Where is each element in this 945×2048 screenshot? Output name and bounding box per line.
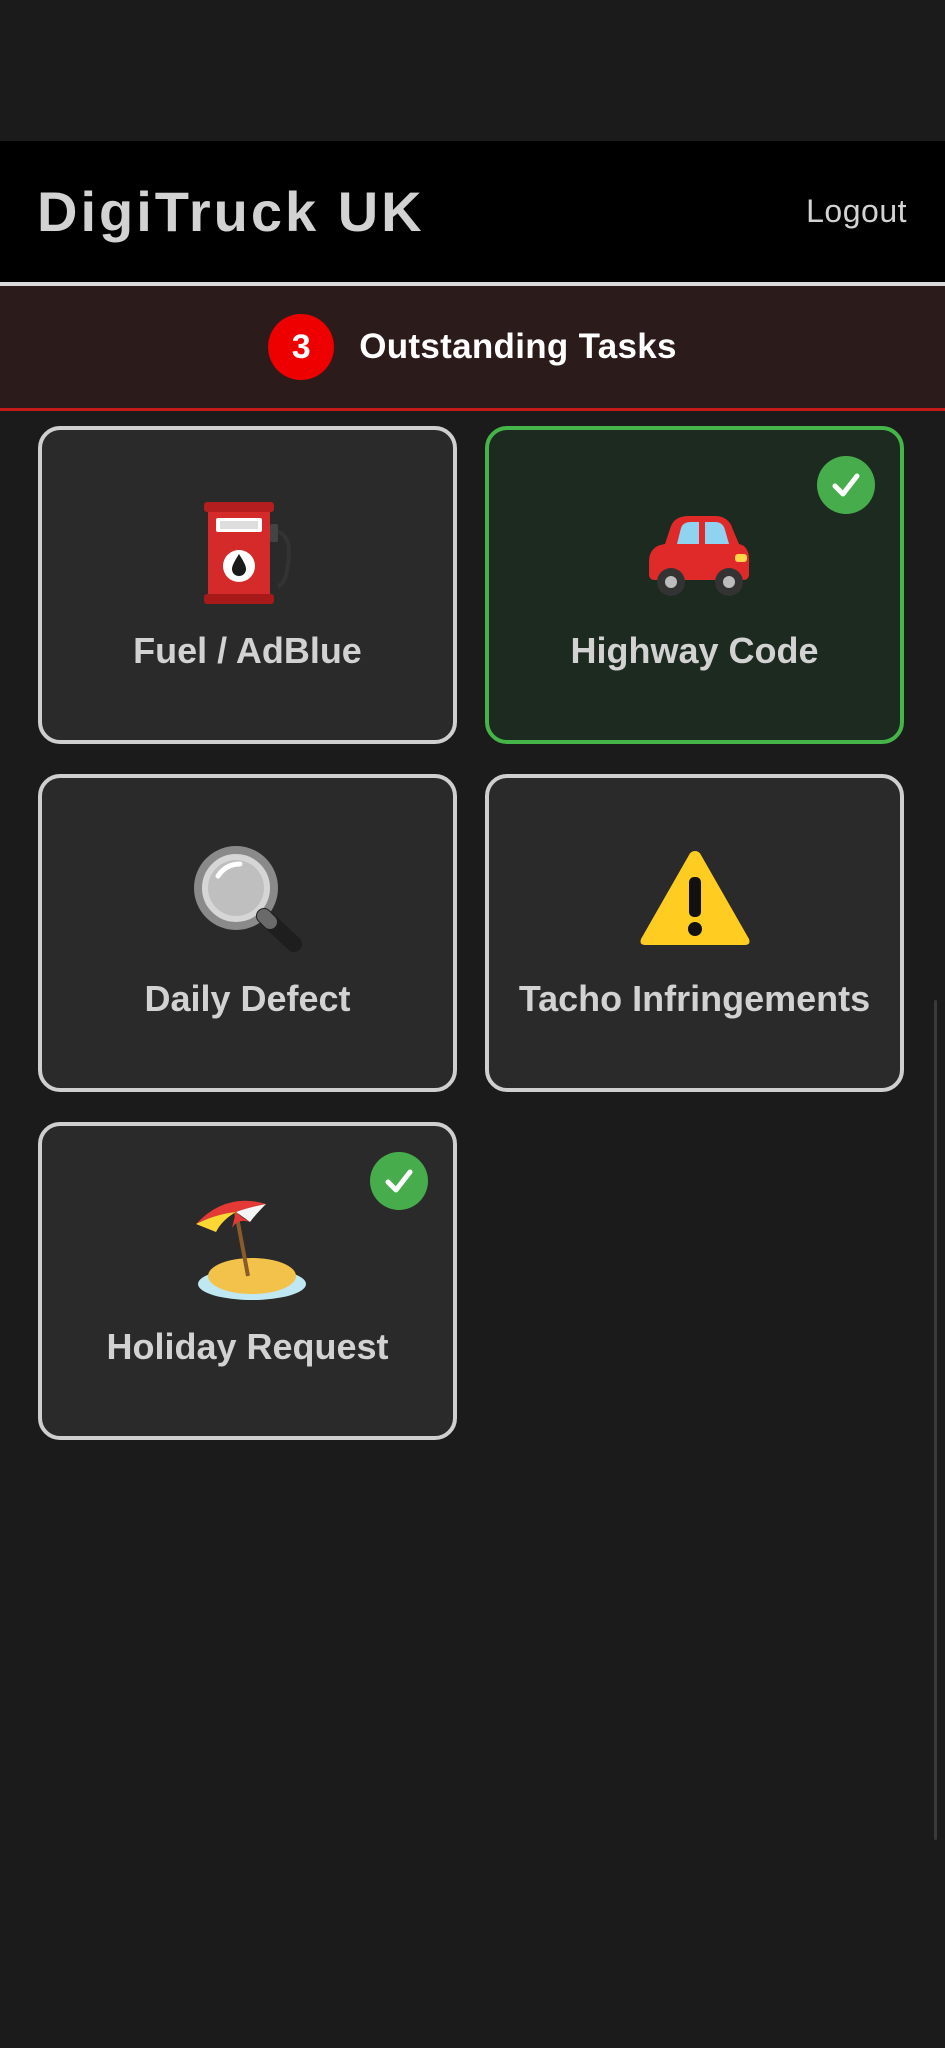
app-header: DigiTruck UK Logout bbox=[0, 141, 945, 282]
beach-umbrella-icon bbox=[183, 1186, 313, 1306]
app-title: DigiTruck UK bbox=[37, 180, 425, 243]
tile-label: Tacho Infringements bbox=[518, 978, 871, 1019]
checkmark-icon bbox=[817, 456, 875, 514]
tile-tacho-infringements[interactable]: Tacho Infringements bbox=[485, 774, 904, 1092]
magnifying-glass-icon bbox=[183, 838, 313, 958]
scrollbar[interactable] bbox=[934, 1000, 937, 1840]
tile-label: Highway Code bbox=[570, 630, 819, 671]
car-icon bbox=[630, 490, 760, 610]
tile-highway-code[interactable]: Highway Code bbox=[485, 426, 904, 744]
logout-button[interactable]: Logout bbox=[806, 193, 907, 230]
outstanding-tasks-label: Outstanding Tasks bbox=[359, 327, 677, 366]
tile-label: Daily Defect bbox=[144, 978, 351, 1019]
checkmark-icon bbox=[370, 1152, 428, 1210]
fuel-pump-icon bbox=[183, 490, 313, 610]
tile-fuel-adblue[interactable]: Fuel / AdBlue bbox=[38, 426, 457, 744]
tile-label: Holiday Request bbox=[106, 1326, 389, 1367]
task-grid: Fuel / AdBlue Highway Code Daily Defect … bbox=[0, 411, 945, 1440]
warning-icon bbox=[630, 838, 760, 958]
tile-label: Fuel / AdBlue bbox=[133, 630, 362, 671]
tile-holiday-request[interactable]: Holiday Request bbox=[38, 1122, 457, 1440]
task-count-badge: 3 bbox=[268, 314, 335, 380]
status-area bbox=[0, 0, 945, 141]
tile-daily-defect[interactable]: Daily Defect bbox=[38, 774, 457, 1092]
outstanding-tasks-banner[interactable]: 3 Outstanding Tasks bbox=[0, 286, 945, 411]
